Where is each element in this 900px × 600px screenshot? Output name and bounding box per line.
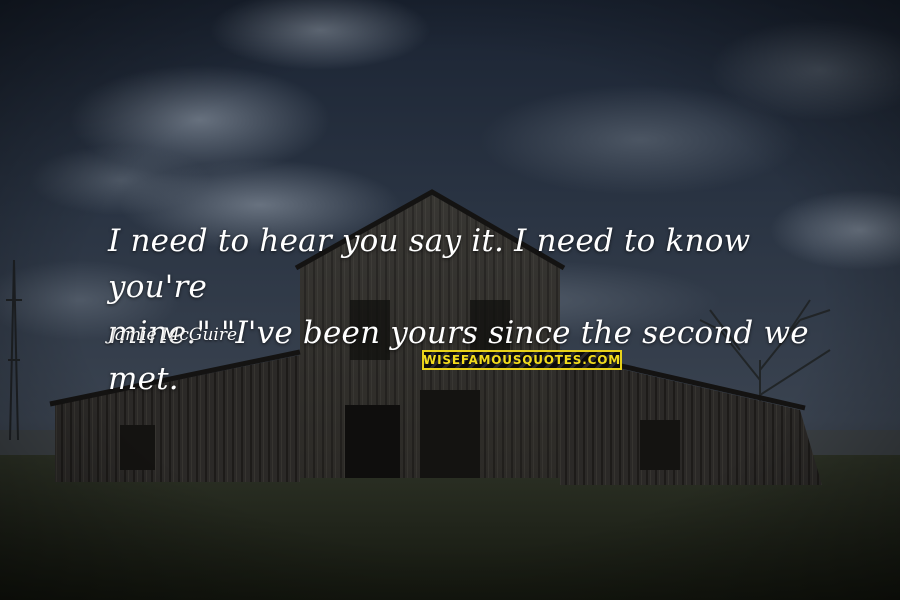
quote-author: Jamie McGuire xyxy=(108,325,238,345)
quote-text: I need to hear you say it. I need to kno… xyxy=(108,218,828,402)
quote-image: I need to hear you say it. I need to kno… xyxy=(0,0,900,600)
watermark-text: WISEFAMOUSQUOTES.COM xyxy=(423,353,621,367)
quote-line-1: I need to hear you say it. I need to kno… xyxy=(108,223,751,305)
watermark-logo: WISEFAMOUSQUOTES.COM xyxy=(422,350,622,370)
